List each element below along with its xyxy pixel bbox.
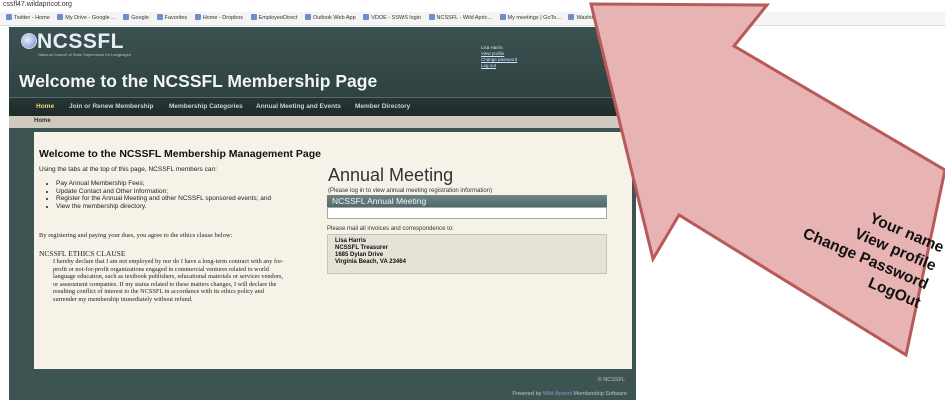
callout-text: Your name View profile Change Password L…: [704, 150, 945, 314]
bookmark-item[interactable]: Favorites: [156, 12, 187, 25]
intro-text: Using the tabs at the top of this page, …: [39, 166, 217, 173]
bookmark-icon: [363, 14, 370, 20]
browser-url: cssfl47.wildapricot.org: [3, 1, 72, 8]
logout-link[interactable]: Log out: [481, 63, 517, 69]
bookmark-item[interactable]: Outlook Web App: [304, 12, 356, 25]
annual-meeting-note: (Please log in to view annual meeting re…: [328, 188, 493, 194]
annual-meeting-label: NCSSFL Annual Meeting: [332, 196, 427, 206]
page-title: Welcome to the NCSSFL Membership Page: [19, 71, 378, 91]
task-list: Pay Annual Membership Fees; Update Conta…: [44, 180, 271, 210]
list-item: Update Contact and Other Information;: [56, 188, 271, 196]
content-heading: Welcome to the NCSSFL Membership Managem…: [39, 148, 322, 160]
main-nav: Home Join or Renew Membership Membership…: [9, 97, 636, 117]
site-footer: © NCSSFL Powered by Wild Apricot Members…: [9, 371, 636, 400]
address-line: NCSSFL Treasurer: [335, 245, 388, 251]
bookmark-item[interactable]: Twitter - Home: [6, 12, 50, 25]
annual-meeting-title: Annual Meeting: [328, 165, 454, 185]
bookmark-icon: [194, 14, 201, 20]
nav-annual-meeting[interactable]: Annual Meeting and Events: [256, 103, 341, 110]
bookmark-item[interactable]: My Drive - Google ...: [57, 12, 116, 25]
annual-meeting-panel[interactable]: [327, 207, 607, 219]
bookmark-item[interactable]: EmployeeDirect: [250, 12, 297, 25]
site-header: NCSSFL National Council of State Supervi…: [9, 27, 636, 97]
annual-meeting-header: NCSSFL Annual Meeting: [327, 195, 607, 207]
nav-membership-categories[interactable]: Membership Categories: [169, 103, 243, 110]
logo-subtitle: National Council of State Supervisors fo…: [38, 52, 131, 57]
bookmark-item[interactable]: Washington Post: [568, 12, 618, 25]
bookmark-item[interactable]: Home - Dropbox: [194, 12, 243, 25]
nav-home[interactable]: Home: [36, 103, 54, 110]
mailing-address: Lisa Harris NCSSFL Treasurer 1685 Dylan …: [327, 234, 607, 274]
breadcrumb: Home: [9, 116, 636, 128]
site-logo[interactable]: NCSSFL: [37, 30, 124, 54]
nav-member-directory[interactable]: Member Directory: [355, 103, 410, 110]
bookmark-item[interactable]: Google: [123, 12, 149, 25]
address-line: 1685 Dylan Drive: [335, 252, 384, 258]
bookmark-icon: [6, 14, 12, 20]
bookmark-icon: [57, 14, 64, 20]
list-item: Pay Annual Membership Fees;: [56, 180, 271, 188]
breadcrumb-home[interactable]: Home: [34, 118, 51, 124]
globe-logo-icon: [21, 33, 37, 49]
bookmark-icon: [428, 14, 435, 20]
bookmark-icon: [156, 14, 163, 20]
site-frame: NCSSFL National Council of State Supervi…: [9, 27, 636, 400]
address-line: Lisa Harris: [335, 238, 367, 244]
agreement-text: By registering and paying your dues, you…: [39, 232, 233, 239]
list-item: Register for the Annual Meeting and othe…: [56, 195, 271, 203]
bookmark-icon: [123, 14, 130, 20]
nav-join-renew[interactable]: Join or Renew Membership: [69, 103, 154, 110]
bookmark-icon: [304, 14, 311, 20]
bookmarks-bar: Twitter - Home My Drive - Google ... Goo…: [0, 12, 945, 26]
footer-powered-by: Powered by Wild Apricot Membership Softw…: [512, 391, 627, 397]
user-menu: Lisa Harris View profile Change password…: [481, 45, 517, 69]
ethics-clause-title: NCSSFL ETHICS CLAUSE: [39, 249, 126, 258]
bookmark-icon: [250, 14, 257, 20]
wild-apricot-link[interactable]: Wild Apricot: [543, 391, 572, 397]
footer-copyright: © NCSSFL: [597, 377, 625, 383]
powered-prefix: Powered by: [512, 391, 542, 397]
list-item: View the membership directory.: [56, 203, 271, 211]
main-content: Welcome to the NCSSFL Membership Managem…: [34, 132, 632, 369]
address-line: Virginia Beach, VA 23464: [335, 259, 406, 265]
mail-note: Please mail all invoices and corresponde…: [327, 226, 454, 232]
bookmark-item[interactable]: NCSSFL - Wild Apric...: [428, 12, 492, 25]
ethics-clause-text: I hereby declare that I am not employed …: [53, 258, 284, 303]
powered-suffix: Membership Software: [573, 391, 628, 397]
bookmark-icon: [568, 14, 575, 20]
bookmark-item[interactable]: VDOE - SSWS login: [363, 12, 421, 25]
bookmark-item[interactable]: My meetings | GoTo...: [499, 12, 561, 25]
bookmark-icon: [499, 14, 506, 20]
